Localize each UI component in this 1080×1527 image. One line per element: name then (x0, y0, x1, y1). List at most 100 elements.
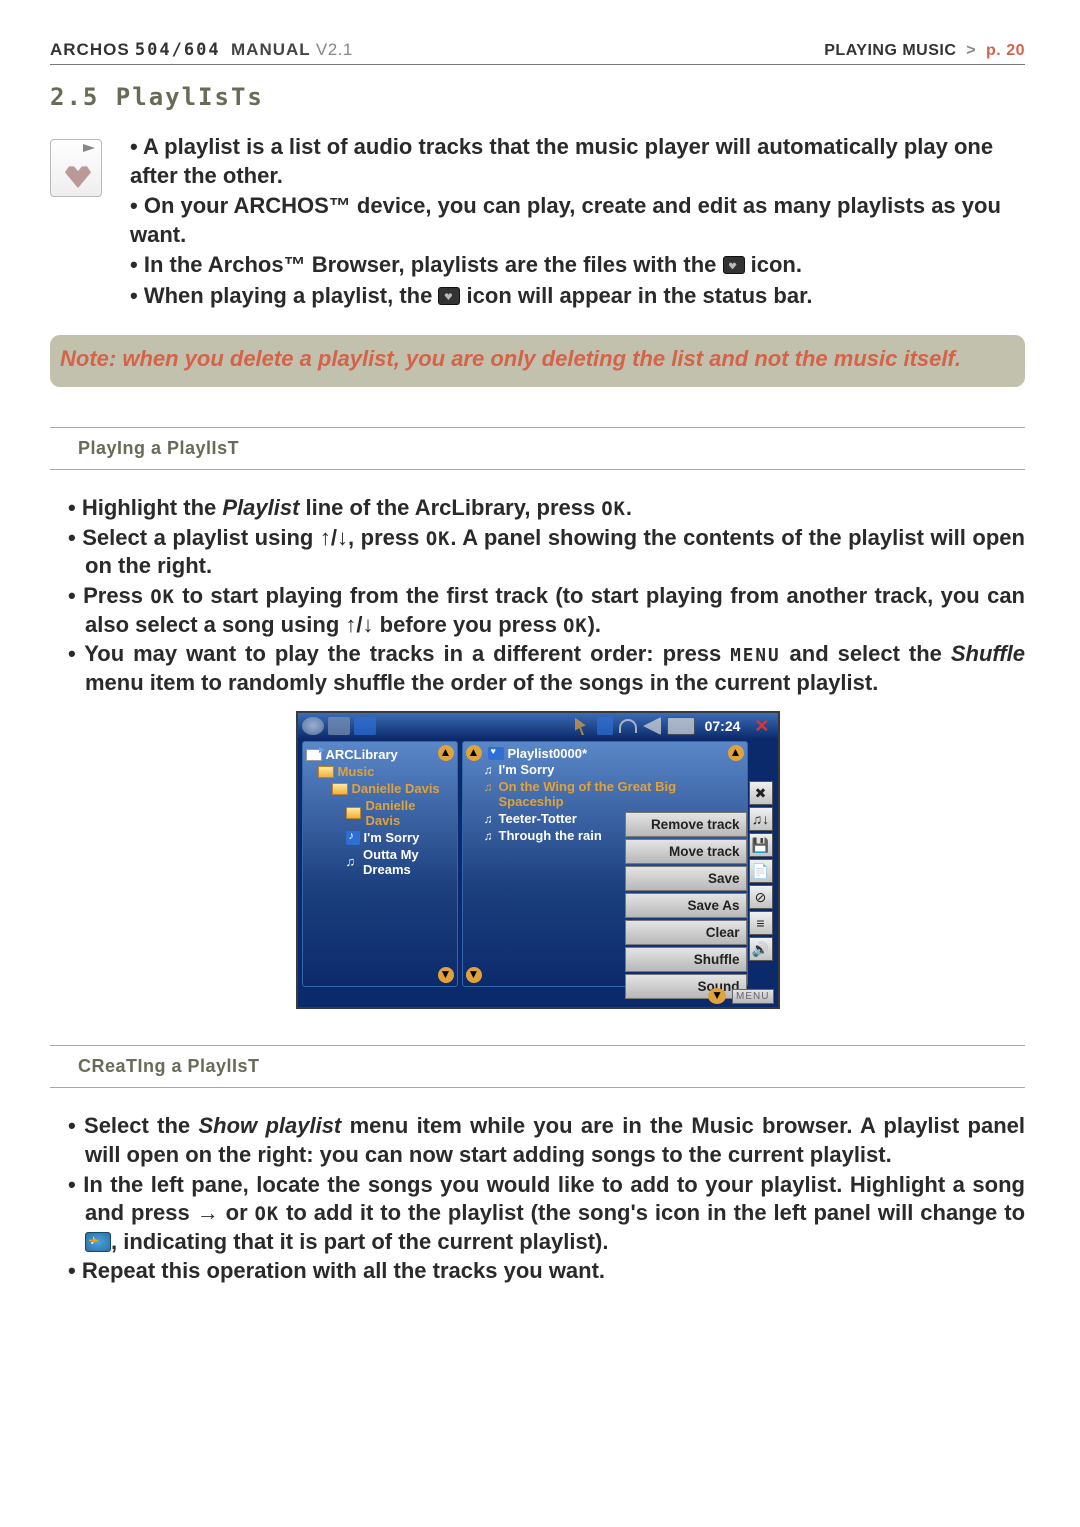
shuffle-icon[interactable]: ≡ (749, 911, 773, 935)
folder-icon (318, 766, 334, 778)
note-callout: Note: when you delete a playlist, you ar… (50, 335, 1025, 388)
subsection-title-creating: CReaTIng a PlaylIsT (78, 1056, 1025, 1077)
headphones-icon (619, 719, 637, 733)
step-item: Press OK to start playing from the first… (50, 582, 1025, 639)
scroll-down-icon[interactable]: ▼ (466, 967, 482, 983)
scroll-up-icon[interactable]: ▲ (438, 745, 454, 761)
playlist-track-selected: On the Wing of the Great Big Spaceship (499, 779, 744, 809)
manual-label: MANUAL (231, 40, 311, 59)
playlist-small-icon (723, 256, 745, 274)
step-item: In the left pane, locate the songs you w… (50, 1171, 1025, 1257)
remove-track-icon[interactable]: ✖ (749, 781, 773, 805)
playlist-track: Through the rain (499, 828, 602, 843)
menu-item-clear[interactable]: Clear (625, 920, 747, 945)
sound-icon[interactable]: 🔊 (749, 937, 773, 961)
version-label: V2.1 (316, 40, 353, 59)
folder-icon (332, 783, 348, 795)
ok-button-glyph: OK (426, 529, 451, 550)
intro-bullet: A playlist is a list of audio tracks tha… (130, 133, 1025, 190)
playlist-title: Playlist0000* (508, 746, 588, 761)
music-note-icon (484, 811, 493, 826)
speaker-icon (643, 717, 661, 735)
menu-item-save-as[interactable]: Save As (625, 893, 747, 918)
step-item: Select a playlist using ↑/↓, press OK. A… (50, 524, 1025, 581)
device-screenshot: 07:24 ✕ ▲ ARCLibrary Music Danielle Davi… (296, 711, 780, 1009)
scroll-up-icon[interactable]: ▲ (466, 745, 482, 761)
intro-bullet: On your ARCHOS™ device, you can play, cr… (130, 192, 1025, 249)
right-arrow-glyph: → (197, 1200, 219, 1225)
tree-song: I'm Sorry (364, 830, 420, 845)
model-label: 504/604 (135, 40, 221, 60)
move-track-icon[interactable]: ♫↓ (749, 807, 773, 831)
music-note-icon (484, 779, 493, 809)
tree-root: ARCLibrary (326, 747, 398, 762)
menu-button-glyph: MENU (730, 646, 780, 666)
music-note-icon (484, 828, 493, 843)
subsection-title-playing: PlayIng a PlaylIsT (78, 438, 1025, 459)
intro-bullet-list: A playlist is a list of audio tracks tha… (130, 133, 1025, 313)
step-item: Select the Show playlist menu item while… (50, 1112, 1025, 1169)
clear-icon[interactable]: ⊘ (749, 885, 773, 909)
context-menu: Remove track Move track Save Save As Cle… (625, 812, 747, 1001)
ok-button-glyph: OK (150, 587, 175, 608)
music-note-icon (484, 762, 493, 777)
intro-block: A playlist is a list of audio tracks tha… (50, 133, 1025, 313)
cursor-icon (575, 717, 591, 735)
page-number: p. 20 (986, 42, 1025, 59)
page-header: ARCHOS 504/604 MANUAL V2.1 PLAYING MUSIC… (50, 40, 1025, 65)
scroll-down-icon[interactable]: ▼ (708, 988, 726, 1004)
step-item: Repeat this operation with all the track… (50, 1257, 1025, 1286)
save-icon[interactable]: 💾 (749, 833, 773, 857)
up-down-arrows-glyph: ↑/↓ (345, 612, 373, 637)
playlist-file-icon (50, 139, 102, 197)
tree-song: Outta My Dreams (363, 847, 453, 877)
playing-steps-list: Highlight the Playlist line of the ArcLi… (50, 494, 1025, 697)
menu-item-move-track[interactable]: Move track (625, 839, 747, 864)
step-item: You may want to play the tracks in a dif… (50, 640, 1025, 697)
header-left: ARCHOS 504/604 MANUAL V2.1 (50, 40, 353, 60)
breadcrumb-section: PLAYING MUSIC (824, 42, 956, 59)
folder-icon (346, 807, 362, 819)
menu-label[interactable]: MENU (732, 989, 773, 1004)
clock-label: 07:24 (705, 718, 741, 734)
intro-bullet: When playing a playlist, the icon will a… (130, 282, 1025, 311)
close-icon[interactable]: ✕ (750, 716, 773, 737)
music-note-icon (346, 856, 360, 868)
library-icon (306, 749, 322, 761)
step-item: Highlight the Playlist line of the ArcLi… (50, 494, 1025, 523)
scroll-up-icon[interactable]: ▲ (728, 745, 744, 761)
bottom-bar: ▼ MENU (302, 987, 774, 1005)
tree-music: Music (338, 764, 375, 779)
menu-item-remove-track[interactable]: Remove track (625, 812, 747, 837)
creating-steps-list: Select the Show playlist menu item while… (50, 1112, 1025, 1286)
manual-page: ARCHOS 504/604 MANUAL V2.1 PLAYING MUSIC… (0, 0, 1080, 1340)
disk-icon (328, 717, 350, 735)
menu-icons-column: ✖ ♫↓ 💾 📄 ⊘ ≡ 🔊 (749, 781, 775, 961)
globe-icon (302, 717, 324, 735)
scroll-down-icon[interactable]: ▼ (438, 967, 454, 983)
status-bar: 07:24 ✕ (298, 713, 778, 739)
ok-button-glyph: OK (563, 616, 588, 637)
battery-icon (667, 717, 695, 735)
square-icon (597, 717, 613, 735)
playlist-icon (488, 747, 504, 760)
playlist-small-icon (438, 287, 460, 305)
menu-item-shuffle[interactable]: Shuffle (625, 947, 747, 972)
tree-album: Danielle Davis (365, 798, 453, 828)
playlist-right-pane[interactable]: ▲ ▲ Playlist0000* I'm Sorry On the Wing … (462, 741, 748, 987)
playlist-track: I'm Sorry (499, 762, 555, 777)
brand-label: ARCHOS (50, 40, 130, 59)
subsection-divider: PlayIng a PlaylIsT (50, 427, 1025, 470)
breadcrumb-arrow: > (966, 42, 976, 59)
browser-left-pane[interactable]: ▲ ARCLibrary Music Danielle Davis Daniel… (302, 741, 458, 987)
section-title: 2.5 PlaylIsTs (50, 83, 1025, 111)
ok-button-glyph: OK (601, 499, 626, 520)
header-right: PLAYING MUSIC > p. 20 (824, 42, 1025, 60)
intro-bullet: In the Archos™ Browser, playlists are th… (130, 251, 1025, 280)
menu-item-save[interactable]: Save (625, 866, 747, 891)
ok-button-glyph: OK (255, 1204, 280, 1225)
tree-artist: Danielle Davis (352, 781, 440, 796)
save-as-icon[interactable]: 📄 (749, 859, 773, 883)
subsection-divider: CReaTIng a PlaylIsT (50, 1045, 1025, 1088)
song-added-inline-icon (85, 1232, 111, 1252)
